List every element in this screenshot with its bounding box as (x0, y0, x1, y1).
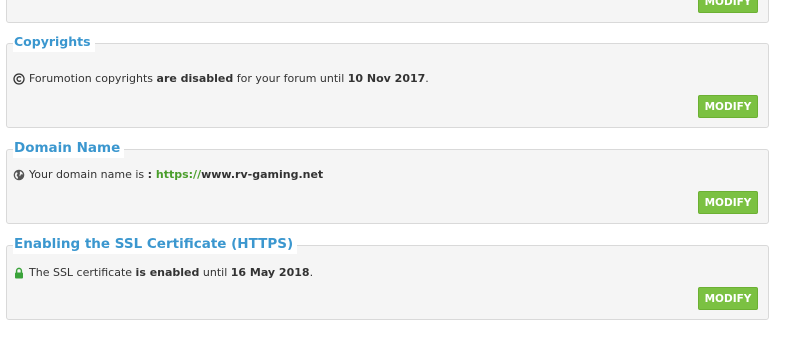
ssl-section: Enabling the SSL Certificate (HTTPS) The… (6, 234, 769, 320)
ssl-text-mid: until (199, 266, 231, 279)
ssl-date: 16 May 2018 (230, 266, 310, 279)
copyrights-text-end: . (425, 72, 429, 85)
copyrights-title: Copyrights (13, 32, 95, 52)
top-modify-button[interactable]: MODIFY (698, 0, 758, 13)
copyrights-text-pre: Forumotion copyrights (29, 72, 157, 85)
ssl-text-pre: The SSL certificate (29, 266, 136, 279)
domain-status: Your domain name is : https:// www.rv-ga… (13, 168, 323, 182)
domain-text-colon: : (147, 168, 156, 181)
domain-modify-button[interactable]: MODIFY (698, 191, 758, 214)
ssl-text-bold: is enabled (135, 266, 200, 279)
copyrights-date: 10 Nov 2017 (347, 72, 426, 85)
lock-icon (13, 267, 25, 279)
domain-section: Domain Name Your domain name is : https:… (6, 138, 769, 224)
ssl-title: Enabling the SSL Certificate (HTTPS) (13, 234, 298, 254)
domain-title: Domain Name (13, 138, 125, 158)
ssl-modify-button[interactable]: MODIFY (698, 287, 758, 310)
copyrights-text-mid: for your forum until (233, 72, 348, 85)
forum-settings-page: MODIFY Copyrights Forumotion copyrights … (0, 0, 800, 349)
copyrights-status: Forumotion copyrights are disabled for y… (13, 72, 429, 86)
copyrights-section: Copyrights Forumotion copyrights are dis… (6, 32, 769, 128)
domain-host: www.rv-gaming.net (201, 168, 324, 181)
copyright-icon (13, 73, 25, 85)
copyrights-modify-button[interactable]: MODIFY (698, 95, 758, 118)
top-section-box: MODIFY (6, 0, 769, 23)
domain-text-pre: Your domain name is (29, 168, 148, 181)
globe-icon (13, 169, 25, 181)
domain-protocol: https:// (155, 168, 202, 181)
ssl-text-end: . (309, 266, 314, 279)
ssl-status: The SSL certificate is enabled until 16 … (13, 266, 313, 280)
copyrights-text-bold: are disabled (156, 72, 234, 85)
